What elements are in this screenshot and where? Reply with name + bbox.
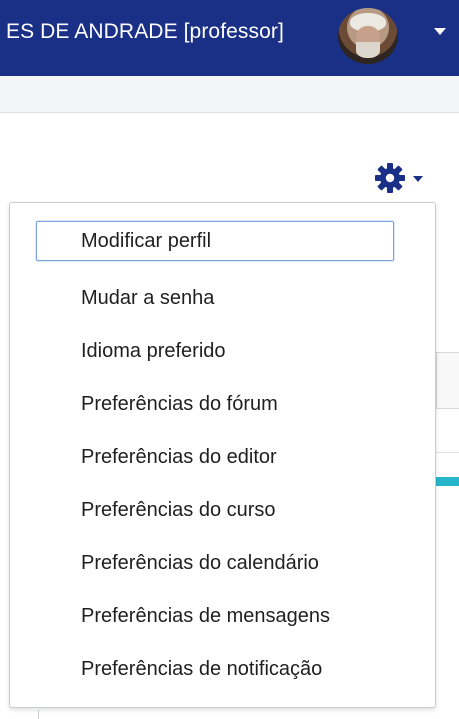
- background-panel: [436, 352, 459, 409]
- chevron-down-icon[interactable]: [413, 176, 423, 182]
- user-avatar[interactable]: [338, 8, 398, 64]
- menu-item-idioma-preferido[interactable]: Idioma preferido: [36, 331, 394, 371]
- settings-menu-toggle[interactable]: [372, 160, 442, 196]
- menu-item-preferencias-curso[interactable]: Preferências do curso: [36, 490, 394, 530]
- menu-item-modificar-perfil[interactable]: Modificar perfil: [36, 221, 394, 261]
- secondary-bar: [0, 76, 459, 113]
- menu-item-preferencias-notificacao[interactable]: Preferências de notificação: [36, 649, 394, 689]
- background-border: [38, 710, 39, 719]
- user-menu-name[interactable]: ES DE ANDRADE [professor]: [6, 18, 284, 46]
- user-menu-caret-icon[interactable]: [434, 28, 446, 35]
- avatar-beard: [356, 42, 380, 58]
- settings-dropdown-menu: Modificar perfil Mudar a senha Idioma pr…: [9, 202, 436, 708]
- menu-item-preferencias-calendario[interactable]: Preferências do calendário: [36, 543, 394, 583]
- gear-icon[interactable]: [372, 160, 408, 196]
- menu-item-preferencias-mensagens[interactable]: Preferências de mensagens: [36, 596, 394, 636]
- top-navbar: ES DE ANDRADE [professor]: [0, 0, 459, 76]
- background-accent-bar: [436, 477, 459, 486]
- menu-item-mudar-senha[interactable]: Mudar a senha: [36, 278, 394, 318]
- menu-item-preferencias-editor[interactable]: Preferências do editor: [36, 437, 394, 477]
- menu-item-preferencias-forum[interactable]: Preferências do fórum: [36, 384, 394, 424]
- background-divider: [436, 452, 459, 453]
